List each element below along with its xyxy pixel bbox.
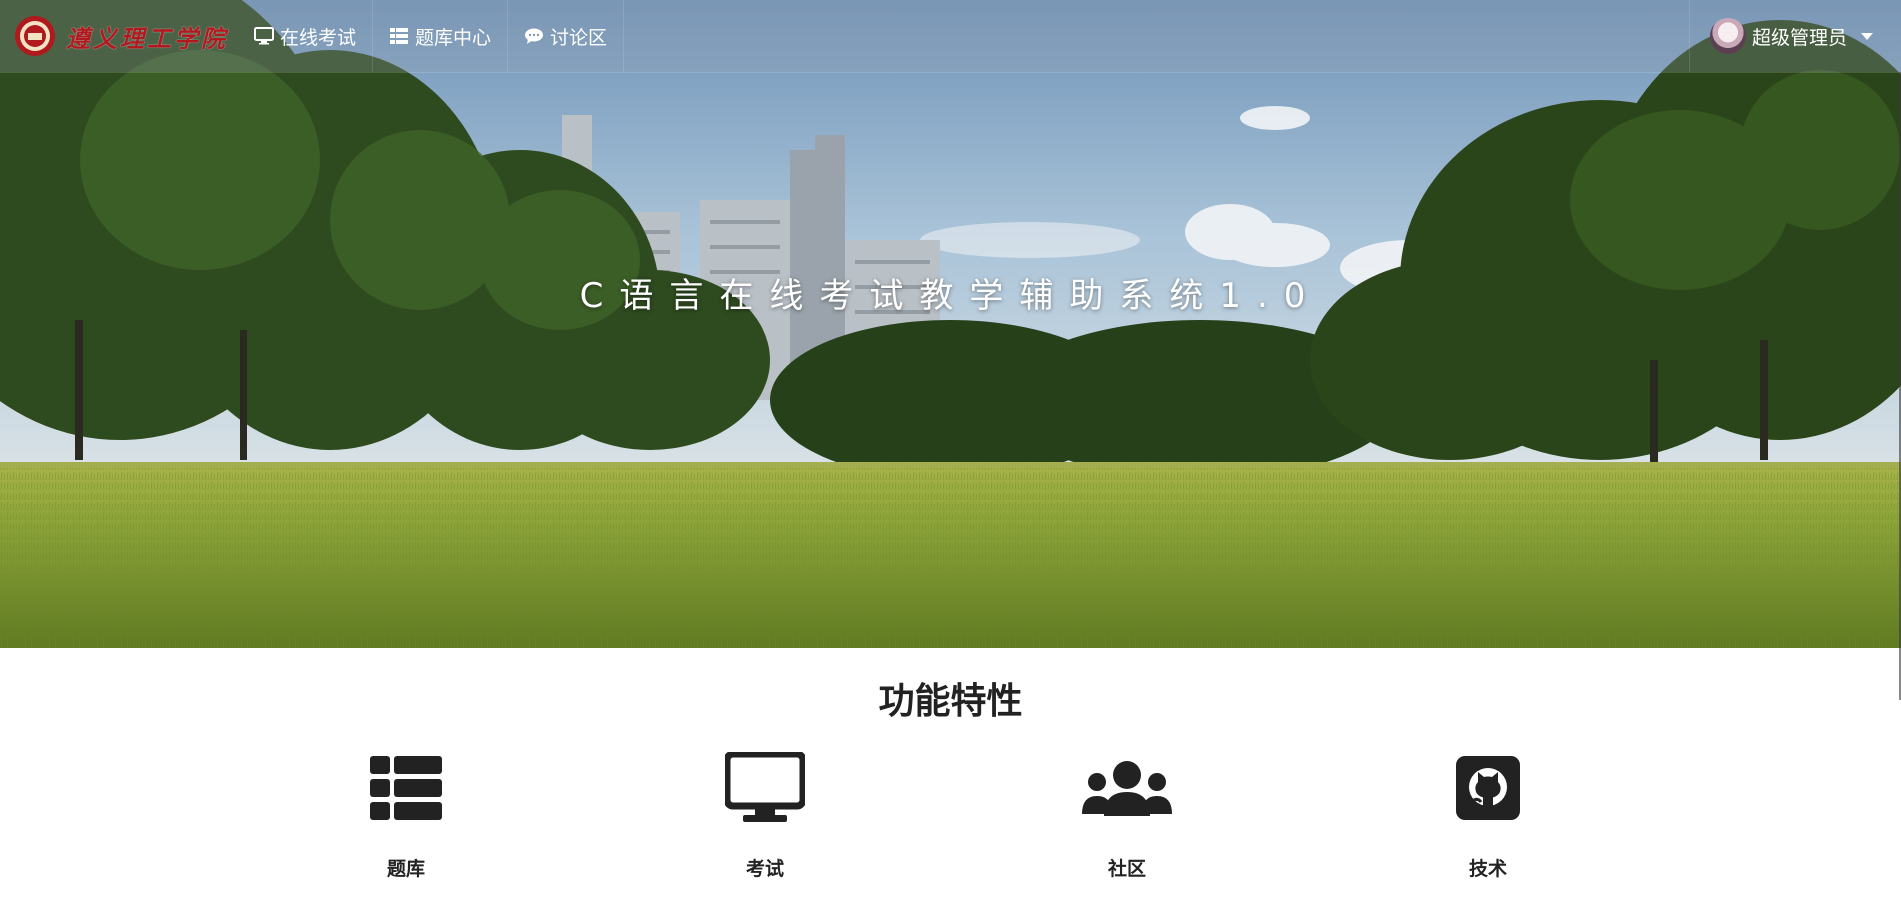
hero-banner: C语言在线考试教学辅助系统1.0 — [0, 0, 1901, 648]
feature-community[interactable]: 社区 — [1027, 750, 1227, 881]
nav-item-question-bank[interactable]: 题库中心 — [373, 0, 509, 72]
nav-item-online-exam[interactable]: 在线考试 — [238, 0, 374, 72]
list-icon — [390, 28, 409, 44]
caret-down-icon — [1861, 32, 1873, 40]
school-seal-icon — [15, 16, 55, 56]
campus-lawn-image — [0, 0, 1901, 648]
hero-title: C语言在线考试教学辅助系统1.0 — [579, 276, 1322, 316]
comment-icon — [525, 28, 544, 44]
feature-label: 社区 — [1107, 859, 1146, 880]
list-icon — [370, 756, 442, 820]
features-title: 功能特性 — [878, 680, 1023, 721]
nav-item-label: 题库中心 — [415, 27, 492, 49]
user-menu[interactable]: 超级管理员 — [1688, 0, 1901, 72]
user-name: 超级管理员 — [1751, 27, 1847, 49]
nav-item-label: 在线考试 — [280, 27, 357, 49]
nav-item-discussion[interactable]: 讨论区 — [508, 0, 625, 72]
feature-label: 技术 — [1468, 859, 1507, 880]
feature-technology[interactable]: 技术 — [1388, 750, 1588, 881]
main-nav: 在线考试 题库中心 讨论区 — [238, 0, 625, 72]
monitor-icon — [725, 752, 805, 822]
users-icon — [1082, 761, 1172, 816]
monitor-icon — [254, 27, 274, 45]
feature-question-bank[interactable]: 题库 — [306, 750, 506, 881]
feature-label: 考试 — [745, 859, 784, 880]
brand-text: 遵义理工学院 — [66, 23, 228, 53]
feature-label: 题库 — [386, 859, 425, 880]
github-icon — [1456, 756, 1520, 820]
brand-logo[interactable]: 遵义理工学院 — [14, 12, 228, 60]
avatar — [1709, 18, 1746, 54]
feature-exam[interactable]: 考试 — [665, 750, 865, 881]
top-navbar: 遵义理工学院 在线考试 题库中心 讨论区 超级管理员 — [0, 0, 1901, 72]
nav-item-label: 讨论区 — [550, 27, 608, 49]
